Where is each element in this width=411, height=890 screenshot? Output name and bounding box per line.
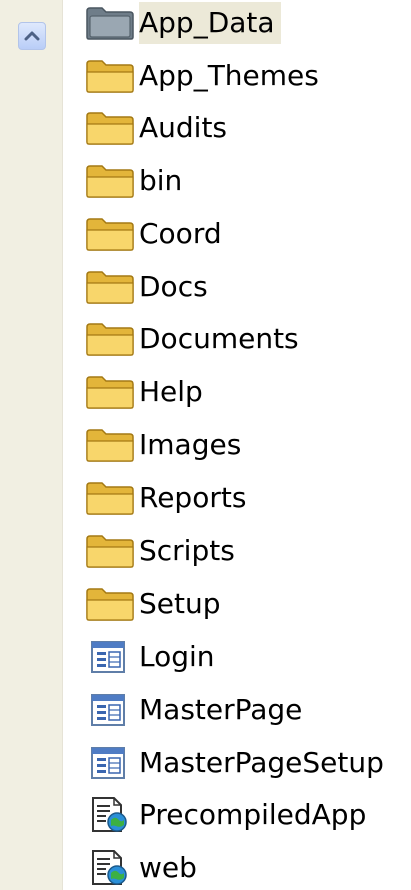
list-item-label: Documents <box>139 322 299 355</box>
list-item-images[interactable]: Images <box>84 424 247 466</box>
list-item-label: Images <box>139 428 242 461</box>
list-item-label: web <box>139 851 197 884</box>
folder-icon <box>84 55 140 97</box>
list-item-label: App_Themes <box>139 59 319 92</box>
config-file-icon <box>84 794 140 836</box>
list-item-scripts[interactable]: Scripts <box>84 530 241 572</box>
list-item-docs[interactable]: Docs <box>84 266 214 308</box>
folder-icon <box>84 160 140 202</box>
list-item-help[interactable]: Help <box>84 371 209 413</box>
folder-icon <box>84 107 140 149</box>
list-item-bin[interactable]: bin <box>84 160 188 202</box>
list-item-documents[interactable]: Documents <box>84 318 305 360</box>
list-item-audits[interactable]: Audits <box>84 107 233 149</box>
list-item-web[interactable]: web <box>84 847 203 889</box>
list-item-label: bin <box>139 164 183 197</box>
folder-icon <box>84 266 140 308</box>
file-browser: App_Data App_Themes Audits bin Coord Doc… <box>0 0 411 890</box>
list-item-precompiledapp[interactable]: PrecompiledApp <box>84 794 372 836</box>
aspx-page-icon <box>84 689 140 731</box>
list-item-label: Audits <box>139 111 228 144</box>
list-item-masterpagesetup[interactable]: MasterPageSetup <box>84 742 390 784</box>
list-item-label: Setup <box>139 587 221 620</box>
list-item-coord[interactable]: Coord <box>84 213 228 255</box>
folder-icon <box>84 477 140 519</box>
list-item-app-data[interactable]: App_Data <box>84 2 281 44</box>
list-item-label: Coord <box>139 217 222 250</box>
list-item-label: Docs <box>139 270 208 303</box>
folder-icon <box>84 213 140 255</box>
list-item-label: PrecompiledApp <box>139 798 367 831</box>
aspx-page-icon <box>84 636 140 678</box>
list-item-label: MasterPage <box>139 693 303 726</box>
config-file-icon <box>84 847 140 889</box>
folder-icon <box>84 424 140 466</box>
folder-icon <box>84 530 140 572</box>
list-item-label: App_Data <box>139 2 281 44</box>
aspx-page-icon <box>84 742 140 784</box>
list-item-label: Help <box>139 375 203 408</box>
folder-icon <box>84 583 140 625</box>
folder-gray-icon <box>84 2 140 44</box>
list-item-label: MasterPageSetup <box>139 746 384 779</box>
file-list: App_Data App_Themes Audits bin Coord Doc… <box>84 0 411 890</box>
folder-icon <box>84 318 140 360</box>
vertical-scrollbar[interactable] <box>0 0 63 890</box>
list-item-app-themes[interactable]: App_Themes <box>84 55 325 97</box>
folder-icon <box>84 371 140 413</box>
list-item-label: Login <box>139 640 215 673</box>
scroll-up-button[interactable] <box>18 22 46 50</box>
list-item-label: Reports <box>139 481 247 514</box>
list-item-reports[interactable]: Reports <box>84 477 252 519</box>
list-item-login[interactable]: Login <box>84 636 221 678</box>
list-item-label: Scripts <box>139 534 235 567</box>
list-item-masterpage[interactable]: MasterPage <box>84 689 308 731</box>
list-item-setup[interactable]: Setup <box>84 583 227 625</box>
chevron-up-icon <box>24 31 40 41</box>
